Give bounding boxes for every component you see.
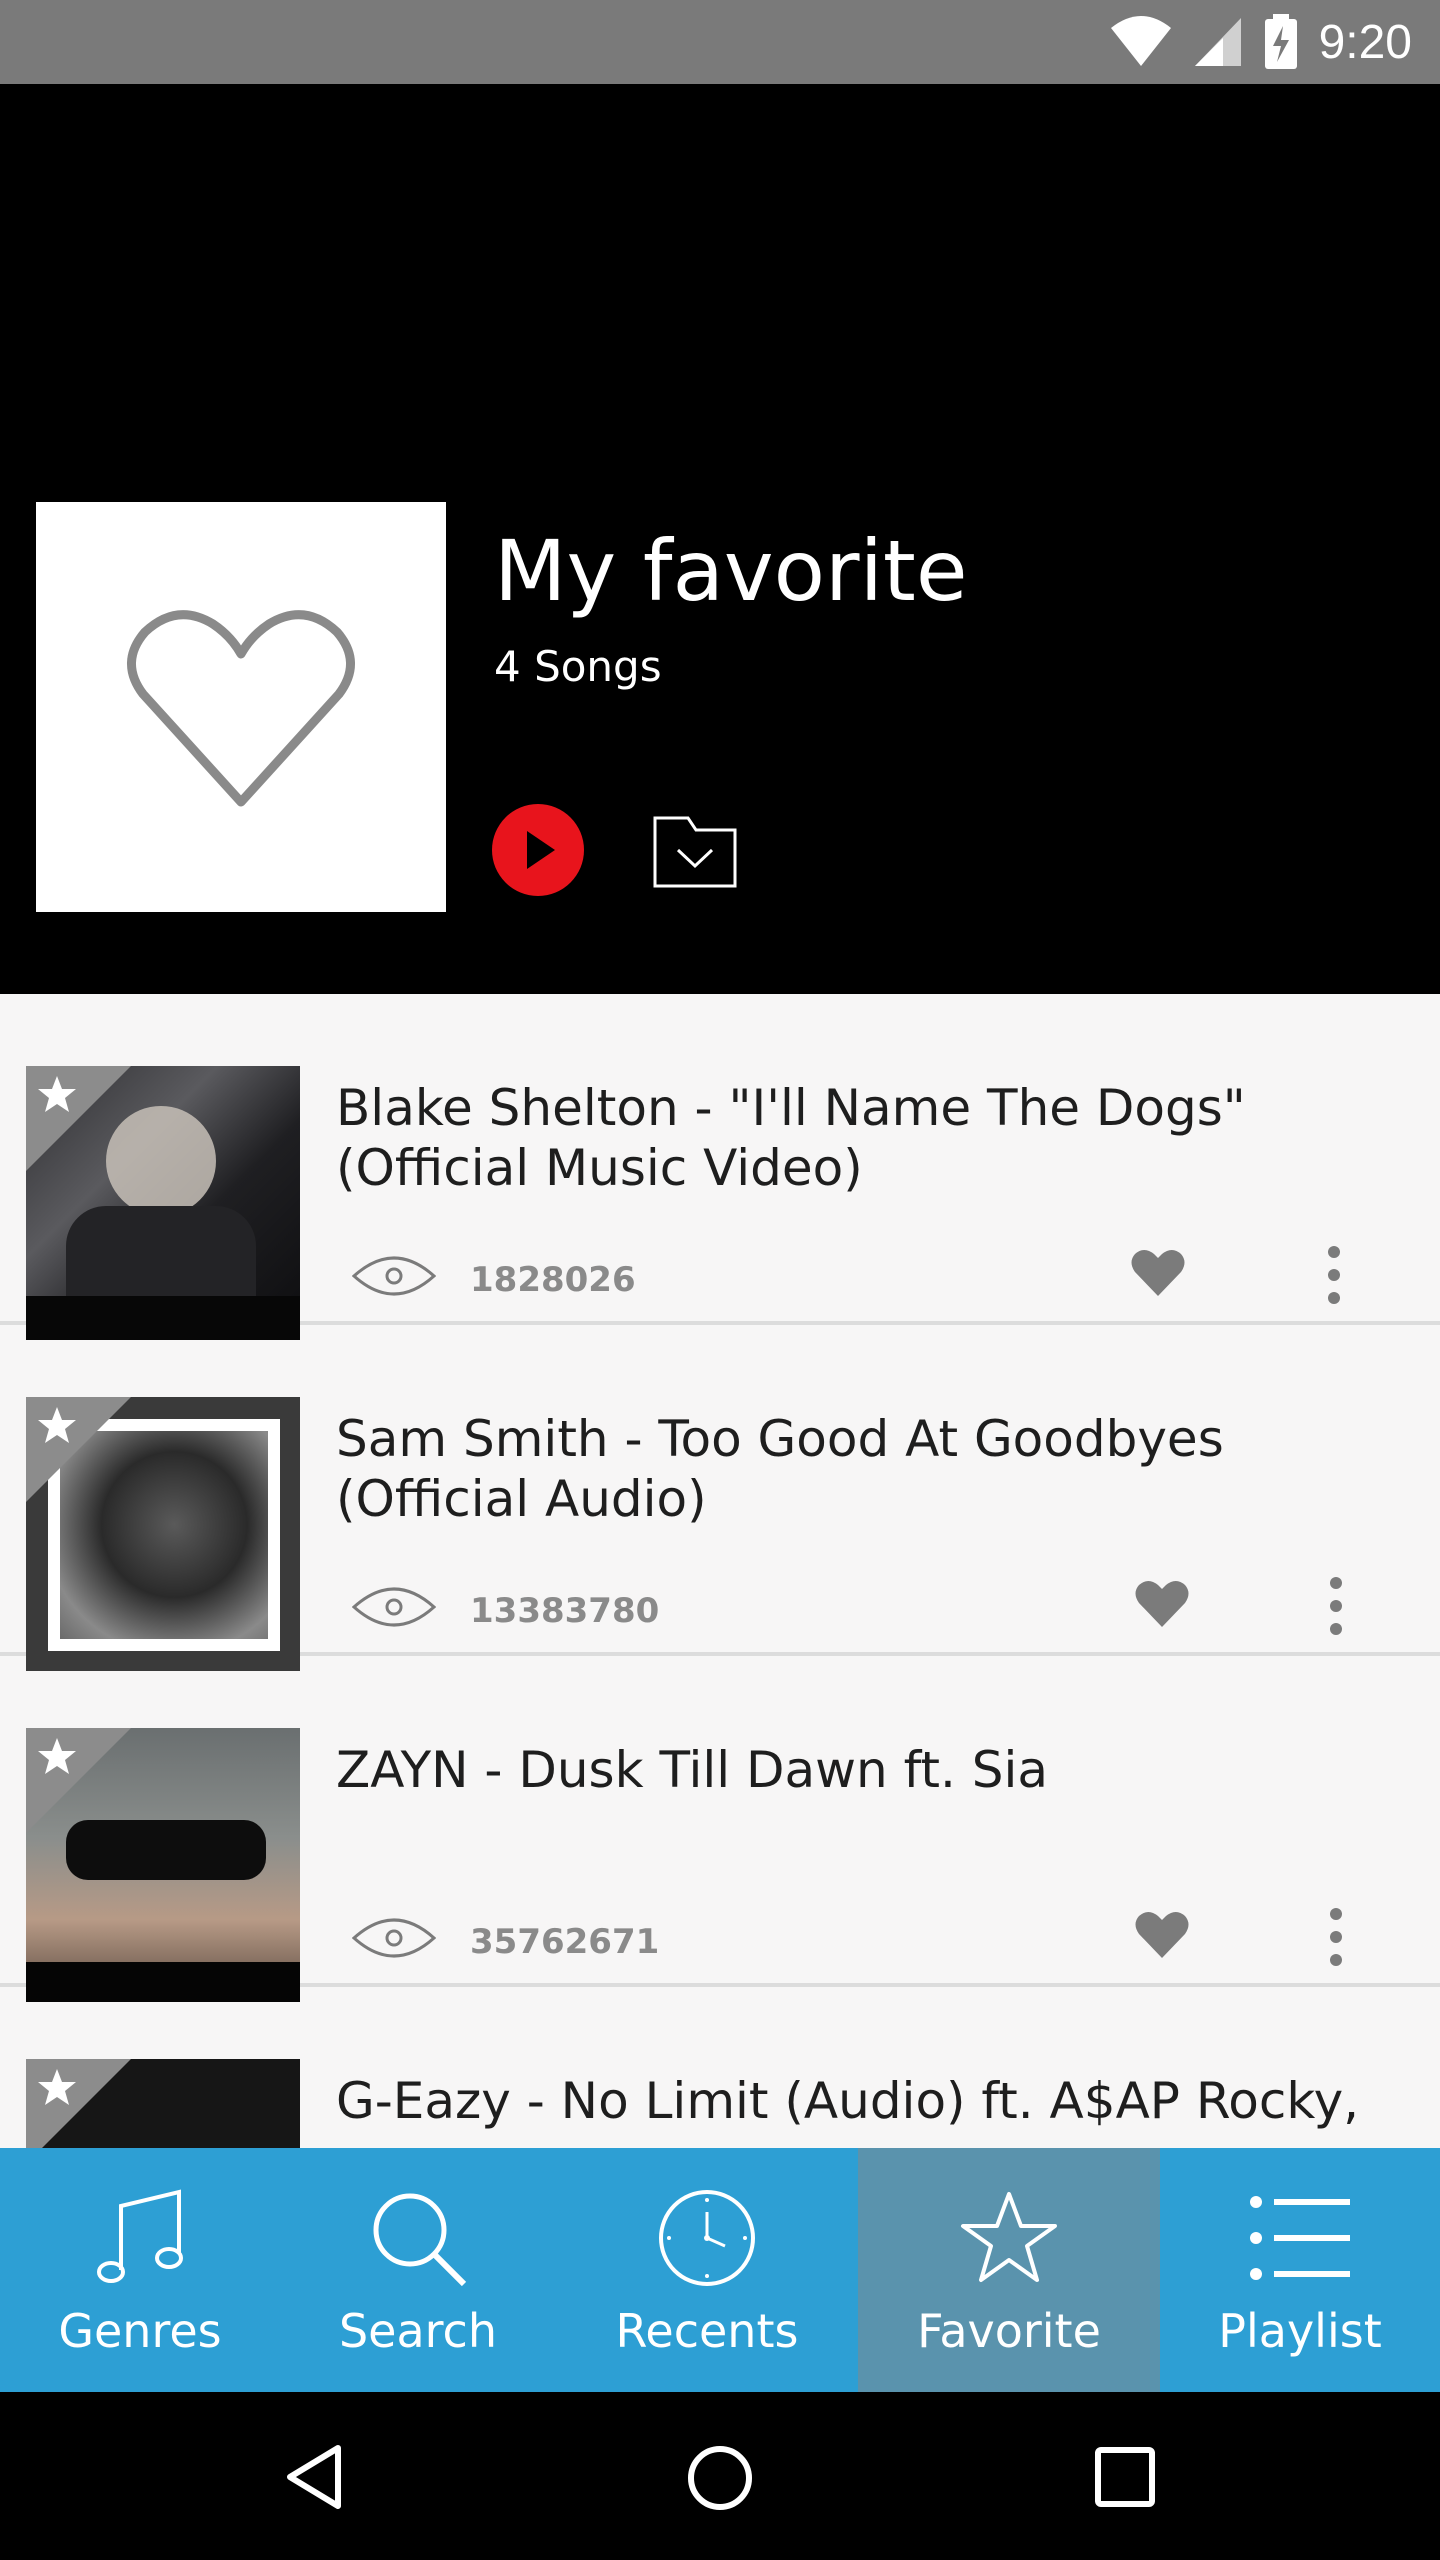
nav-item-genres[interactable]: Genres — [0, 2148, 280, 2392]
search-icon — [373, 2193, 467, 2287]
heart-outline-icon — [127, 610, 355, 807]
wifi-icon — [1110, 16, 1171, 66]
bottom-nav: Genres Search Recents Favorite Playlist — [0, 2148, 1440, 2392]
more-options-button[interactable] — [1326, 1908, 1346, 1968]
clock-icon — [659, 2190, 755, 2286]
eye-icon — [352, 1918, 436, 1958]
playlist-header: My favorite 4 Songs — [0, 84, 1440, 994]
more-options-button[interactable] — [1326, 1577, 1346, 1637]
play-icon — [527, 831, 555, 869]
song-title: G-Eazy - No Limit (Audio) ft. A$AP Rocky… — [336, 2072, 1360, 2130]
eye-icon — [352, 1256, 436, 1296]
playlist-cover — [36, 502, 446, 912]
star-badge-icon — [38, 1407, 76, 1443]
home-icon[interactable] — [686, 2444, 754, 2512]
song-thumbnail — [26, 1728, 300, 2002]
status-bar: 9:20 — [0, 0, 1440, 84]
heart-icon[interactable] — [1134, 1579, 1190, 1629]
heart-icon[interactable] — [1134, 1910, 1190, 1960]
song-thumbnail — [26, 1066, 300, 1340]
more-options-button[interactable] — [1324, 1246, 1344, 1306]
nav-label: Favorite — [917, 2304, 1101, 2358]
battery-charging-icon — [1264, 14, 1297, 69]
heart-icon[interactable] — [1130, 1248, 1186, 1298]
view-count: 1828026 — [470, 1260, 636, 1300]
nav-item-playlist[interactable]: Playlist — [1160, 2148, 1440, 2392]
signal-icon — [1194, 18, 1241, 66]
view-count: 13383780 — [470, 1591, 660, 1631]
nav-item-search[interactable]: Search — [280, 2148, 556, 2392]
song-list: Blake Shelton - "I'll Name The Dogs" (Of… — [0, 994, 1440, 2148]
nav-item-favorite[interactable]: Favorite — [858, 2148, 1160, 2392]
star-badge-icon — [38, 1076, 76, 1112]
folder-download-icon[interactable] — [652, 810, 738, 890]
page-title: My favorite — [494, 522, 968, 620]
list-item[interactable]: G-Eazy - No Limit (Audio) ft. A$AP Rocky… — [0, 1987, 1440, 2148]
status-time: 9:20 — [1318, 15, 1412, 69]
nav-label: Playlist — [1218, 2304, 1382, 2358]
song-title: Sam Smith - Too Good At Goodbyes (Offici… — [336, 1410, 1224, 1528]
system-nav-bar — [0, 2392, 1440, 2560]
list-item[interactable]: Sam Smith - Too Good At Goodbyes (Offici… — [0, 1325, 1440, 1671]
song-count: 4 Songs — [494, 642, 662, 691]
music-note-icon — [97, 2189, 183, 2283]
star-badge-icon — [38, 1738, 76, 1774]
nav-item-recents[interactable]: Recents — [556, 2148, 858, 2392]
list-item[interactable]: Blake Shelton - "I'll Name The Dogs" (Of… — [0, 994, 1440, 1340]
nav-label: Search — [338, 2304, 498, 2358]
view-count: 35762671 — [470, 1922, 660, 1962]
star-badge-icon — [38, 2069, 76, 2105]
list-item[interactable]: ZAYN - Dusk Till Dawn ft. Sia 35762671 — [0, 1656, 1440, 2002]
nav-label: Genres — [58, 2304, 222, 2358]
play-all-button[interactable] — [492, 804, 584, 896]
eye-icon — [352, 1587, 436, 1627]
star-icon — [961, 2192, 1057, 2282]
list-icon — [1250, 2196, 1350, 2280]
recents-apps-icon[interactable] — [1094, 2446, 1156, 2508]
song-title: ZAYN - Dusk Till Dawn ft. Sia — [336, 1741, 1049, 1799]
nav-label: Recents — [615, 2304, 799, 2358]
song-thumbnail — [26, 2059, 300, 2148]
song-title: Blake Shelton - "I'll Name The Dogs" (Of… — [336, 1079, 1246, 1197]
song-thumbnail — [26, 1397, 300, 1671]
back-icon[interactable] — [284, 2444, 344, 2510]
